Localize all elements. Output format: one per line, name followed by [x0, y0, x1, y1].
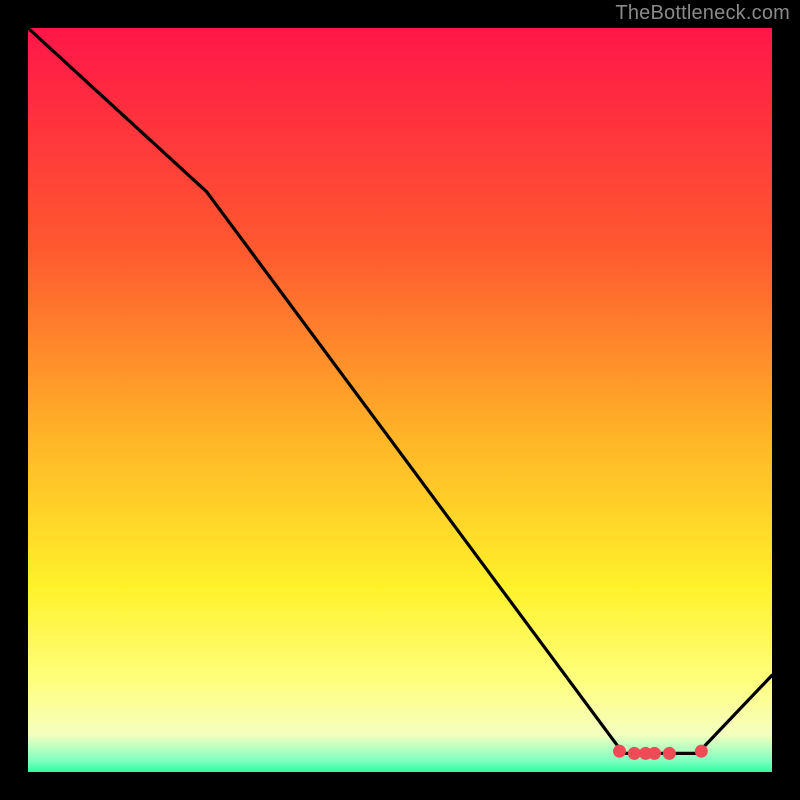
data-marker	[695, 745, 708, 758]
chart-stage: TheBottleneck.com	[0, 0, 800, 800]
chart-svg	[28, 28, 772, 772]
plot-area	[28, 28, 772, 772]
data-marker	[628, 747, 641, 760]
attribution-label: TheBottleneck.com	[615, 2, 790, 25]
data-marker	[613, 745, 626, 758]
data-marker	[648, 747, 661, 760]
gradient-background	[28, 28, 772, 772]
data-marker	[663, 747, 676, 760]
